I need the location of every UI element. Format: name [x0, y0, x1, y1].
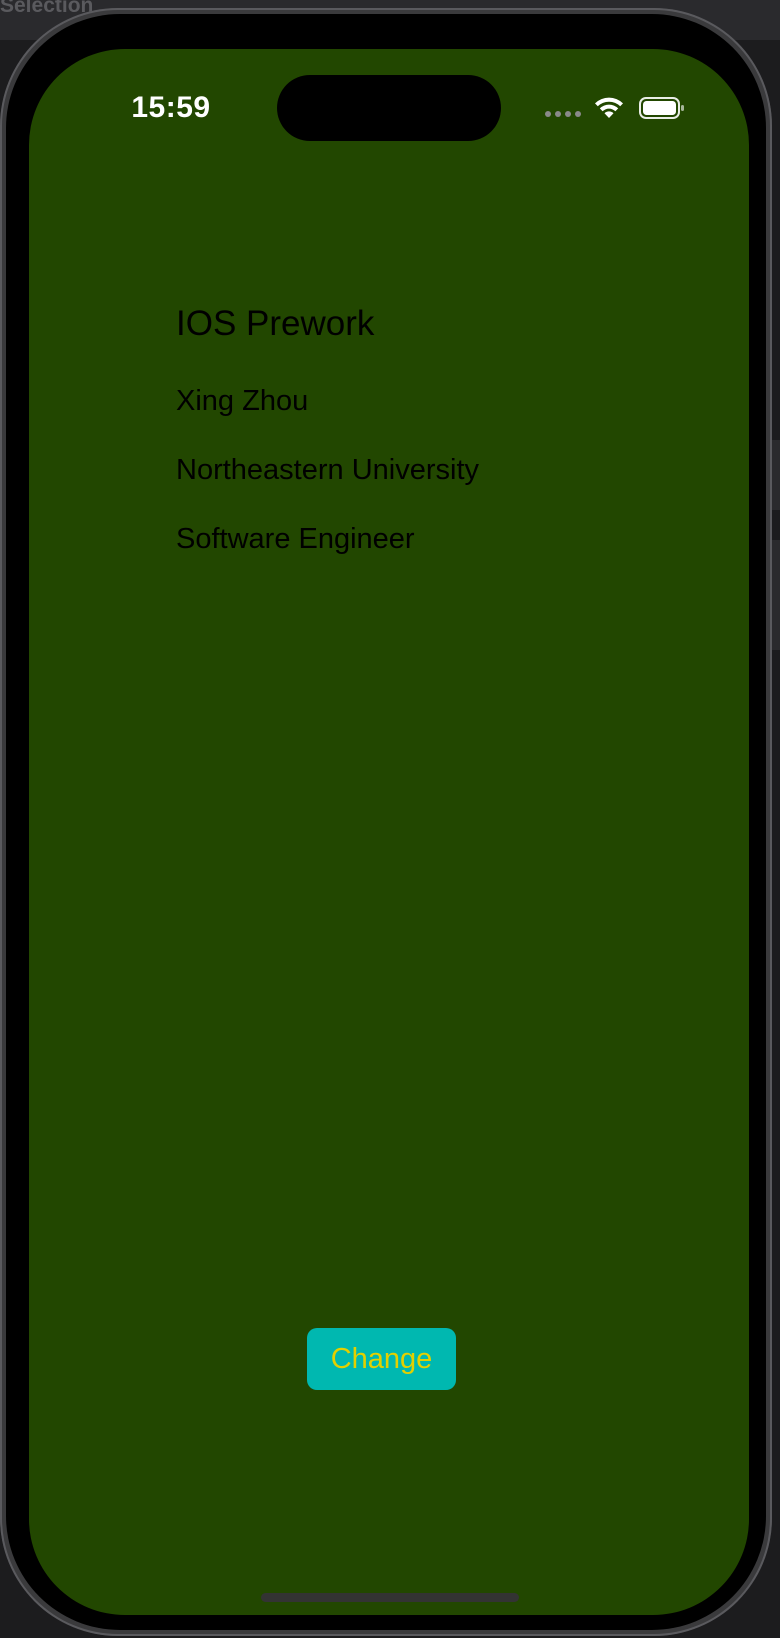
- wifi-icon: [595, 97, 623, 118]
- side-button: [772, 440, 780, 510]
- battery-full-icon: [639, 97, 684, 119]
- dynamic-island: [277, 75, 501, 141]
- change-button[interactable]: Change: [307, 1328, 456, 1390]
- role-label: Software Engineer: [176, 523, 415, 555]
- status-time: 15:59: [131, 91, 211, 124]
- side-button: [772, 540, 780, 650]
- page-title: IOS Prework: [176, 304, 375, 343]
- school-label: Northeastern University: [176, 454, 479, 486]
- name-label: Xing Zhou: [176, 385, 309, 417]
- phone-screen: 15:59 IOS Prework Xing Zhou Northeastern…: [29, 49, 749, 1615]
- phone-bezel: 15:59 IOS Prework Xing Zhou Northeastern…: [6, 14, 766, 1630]
- home-indicator[interactable]: [261, 1593, 519, 1602]
- signal-dots-icon: [545, 111, 581, 117]
